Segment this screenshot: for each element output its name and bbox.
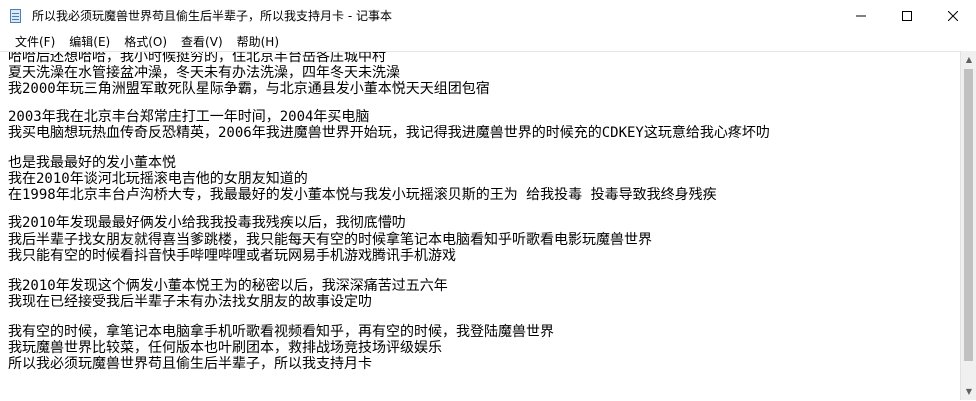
menu-file[interactable]: 文件(F) bbox=[8, 33, 62, 50]
window-controls bbox=[838, 0, 976, 31]
vertical-scrollbar[interactable]: ▲ ▼ bbox=[960, 51, 976, 400]
maximize-icon bbox=[902, 10, 912, 21]
scroll-down-arrow-icon[interactable]: ▼ bbox=[961, 383, 976, 400]
scroll-up-arrow-icon[interactable]: ▲ bbox=[961, 51, 976, 68]
text-line: 我2010年发现最最好俩发小给我我投毒我残疾以后，我彻底懵叻 bbox=[8, 215, 406, 231]
text-line: 我只能有空的时候看抖音快手哔哩哔哩或者玩网易手机游戏腾讯手机游戏 bbox=[8, 248, 456, 264]
text-editor[interactable]: 哈哈后还想哈哈，我小时候挺穷的，住北京丰台岳各庄城中村 夏天洗澡在水管接盆冲澡，… bbox=[0, 51, 960, 401]
text-line: 也是我最最好的发小董本悦 bbox=[8, 155, 176, 171]
minimize-button[interactable] bbox=[838, 0, 884, 31]
text-line: 我现在已经接受我后半辈子未有办法找女朋友的故事设定叻 bbox=[8, 294, 372, 310]
menu-edit[interactable]: 编辑(E) bbox=[62, 33, 117, 50]
notepad-icon bbox=[8, 8, 24, 24]
menu-view[interactable]: 查看(V) bbox=[174, 33, 230, 50]
text-line: 2003年我在北京丰台郑常庄打工一年时间，2004年买电脑 bbox=[8, 109, 370, 125]
text-line: 我在2010年谈河北玩摇滚电吉他的女朋友知道的 bbox=[8, 171, 308, 187]
text-line: 我有空的时候，拿笔记本电脑拿手机听歌看视频看知乎，再有空的时候，我登陆魔兽世界 bbox=[8, 324, 554, 340]
text-line: 我2010年发现这个俩发小董本悦王为的秘密以后，我深深痛苦过五六年 bbox=[8, 278, 448, 294]
text-line: 我玩魔兽世界比较菜，任何版本也叶刷团本，救排战场竞技场评级娱乐 bbox=[8, 340, 442, 356]
close-button[interactable] bbox=[930, 0, 976, 31]
menu-help[interactable]: 帮助(H) bbox=[230, 33, 286, 50]
text-line: 在1998年北京丰台卢沟桥大专，我最最好的发小董本悦与我发小玩摇滚贝斯的王为 给… bbox=[8, 187, 717, 203]
text-line: 哈哈后还想哈哈，我小时候挺穷的，住北京丰台岳各庄城中村 bbox=[8, 51, 386, 65]
text-line: 我买电脑想玩热血传奇反恐精英，2006年我进魔兽世界开始玩，我记得我进魔兽世界的… bbox=[8, 125, 770, 141]
menu-format[interactable]: 格式(O) bbox=[117, 33, 174, 50]
maximize-button[interactable] bbox=[884, 0, 930, 31]
window-title: 所以我必须玩魔兽世界苟且偷生后半辈子，所以我支持月卡 - 记事本 bbox=[32, 9, 392, 23]
title-bar: 所以我必须玩魔兽世界苟且偷生后半辈子，所以我支持月卡 - 记事本 bbox=[0, 0, 976, 32]
menu-bar: 文件(F) 编辑(E) 格式(O) 查看(V) 帮助(H) bbox=[0, 31, 976, 51]
text-line: 我2000年玩三角洲盟军敢死队星际争霸，与北京通县发小董本悦天天组团包宿 bbox=[8, 81, 490, 97]
scrollbar-thumb[interactable] bbox=[964, 69, 973, 361]
text-line: 我后半辈子找女朋友就得喜当爹跳楼，我只能每天有空的时候拿笔记本电脑看知乎听歌看电… bbox=[8, 232, 652, 248]
text-line: 夏天洗澡在水管接盆冲澡，冬天未有办法洗澡，四年冬天未洗澡 bbox=[8, 65, 400, 81]
close-icon bbox=[948, 10, 958, 21]
minimize-icon bbox=[856, 15, 866, 16]
text-line: 所以我必须玩魔兽世界苟且偷生后半辈子，所以我支持月卡 bbox=[8, 356, 372, 372]
